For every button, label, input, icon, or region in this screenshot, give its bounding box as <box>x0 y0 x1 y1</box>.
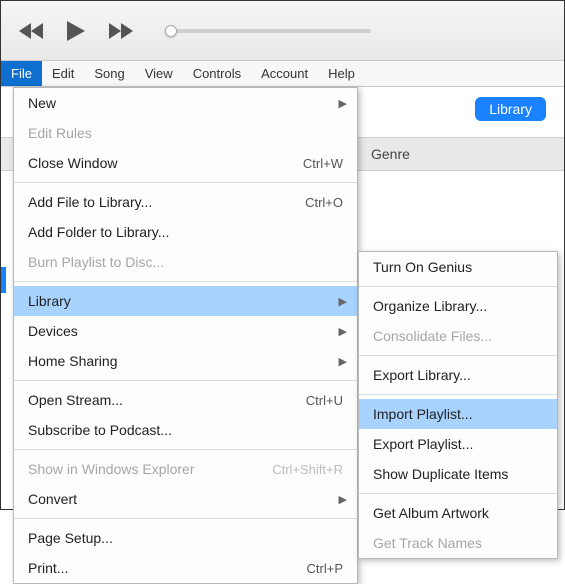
menu-edit[interactable]: Edit <box>42 61 84 86</box>
menu-controls[interactable]: Controls <box>183 61 251 86</box>
progress-slider[interactable] <box>171 29 371 33</box>
file-menu-item-separator <box>14 281 357 282</box>
next-icon[interactable] <box>105 21 133 41</box>
menu-item-label: Get Track Names <box>373 535 482 551</box>
file-menu-item-page-setup[interactable]: Page Setup... <box>14 523 357 553</box>
menu-item-label: Page Setup... <box>28 530 113 546</box>
library-submenu-item-consolidate-files: Consolidate Files... <box>359 321 557 351</box>
menu-item-label: Export Library... <box>373 367 471 383</box>
file-menu-item-separator <box>14 518 357 519</box>
library-submenu-item-get-album-artwork[interactable]: Get Album Artwork <box>359 498 557 528</box>
menu-item-shortcut: Ctrl+P <box>307 561 343 576</box>
menu-item-label: Organize Library... <box>373 298 487 314</box>
previous-icon[interactable] <box>19 21 47 41</box>
file-menu: New ▶ Edit Rules Close Window Ctrl+W Add File… <box>13 87 358 584</box>
content-area: Library Genre New ▶ Edit Rules Close Window… <box>1 87 564 511</box>
file-menu-item-new[interactable]: New ▶ <box>14 88 357 118</box>
library-submenu-item-get-track-names: Get Track Names <box>359 528 557 558</box>
library-submenu-item-separator <box>359 394 557 395</box>
player-toolbar <box>1 1 564 61</box>
library-submenu-item-export-library[interactable]: Export Library... <box>359 360 557 390</box>
file-menu-item-separator <box>14 449 357 450</box>
menu-item-label: Add File to Library... <box>28 194 152 210</box>
file-menu-item-subscribe-to-podcast[interactable]: Subscribe to Podcast... <box>14 415 357 445</box>
menu-item-shortcut: Ctrl+Shift+R <box>272 462 343 477</box>
library-submenu-item-separator <box>359 286 557 287</box>
menu-item-label: Show Duplicate Items <box>373 466 508 482</box>
menu-item-shortcut: Ctrl+W <box>303 156 343 171</box>
file-menu-item-burn-playlist-to-disc: Burn Playlist to Disc... <box>14 247 357 277</box>
submenu-arrow-icon: ▶ <box>339 355 347 368</box>
menu-item-label: Convert <box>28 491 77 507</box>
menu-item-label: Turn On Genius <box>373 259 472 275</box>
submenu-arrow-icon: ▶ <box>339 325 347 338</box>
menu-item-shortcut: Ctrl+O <box>305 195 343 210</box>
menu-item-label: Subscribe to Podcast... <box>28 422 172 438</box>
menu-item-label: Consolidate Files... <box>373 328 492 344</box>
menu-item-label: New <box>28 95 56 111</box>
menu-view[interactable]: View <box>135 61 183 86</box>
menu-item-shortcut: Ctrl+U <box>306 393 343 408</box>
library-submenu-item-separator <box>359 355 557 356</box>
submenu-arrow-icon: ▶ <box>339 493 347 506</box>
file-menu-item-open-stream[interactable]: Open Stream... Ctrl+U <box>14 385 357 415</box>
file-menu-item-home-sharing[interactable]: Home Sharing ▶ <box>14 346 357 376</box>
selection-indicator <box>1 267 6 293</box>
menu-item-label: Devices <box>28 323 78 339</box>
menu-item-label: Export Playlist... <box>373 436 473 452</box>
menu-file[interactable]: File <box>1 61 42 86</box>
menu-item-label: Home Sharing <box>28 353 118 369</box>
menu-account[interactable]: Account <box>251 61 318 86</box>
file-menu-item-print[interactable]: Print... Ctrl+P <box>14 553 357 583</box>
file-menu-item-library[interactable]: Library ▶ <box>14 286 357 316</box>
library-submenu-item-import-playlist[interactable]: Import Playlist... <box>359 399 557 429</box>
menu-item-label: Print... <box>28 560 68 576</box>
file-menu-item-separator <box>14 380 357 381</box>
menu-item-label: Open Stream... <box>28 392 123 408</box>
library-chip[interactable]: Library <box>475 97 546 121</box>
file-menu-item-close-window[interactable]: Close Window Ctrl+W <box>14 148 357 178</box>
file-menu-item-show-in-windows-explorer: Show in Windows Explorer Ctrl+Shift+R <box>14 454 357 484</box>
menu-item-label: Burn Playlist to Disc... <box>28 254 164 270</box>
library-submenu-item-show-duplicate-items[interactable]: Show Duplicate Items <box>359 459 557 489</box>
menu-item-label: Show in Windows Explorer <box>28 461 195 477</box>
play-icon[interactable] <box>65 19 87 43</box>
menu-item-label: Library <box>28 293 71 309</box>
file-menu-item-edit-rules: Edit Rules <box>14 118 357 148</box>
menu-item-label: Add Folder to Library... <box>28 224 169 240</box>
menu-item-label: Close Window <box>28 155 117 171</box>
progress-thumb[interactable] <box>165 25 177 37</box>
submenu-arrow-icon: ▶ <box>339 295 347 308</box>
file-menu-item-add-folder-to-library[interactable]: Add Folder to Library... <box>14 217 357 247</box>
menu-item-label: Import Playlist... <box>373 406 473 422</box>
menu-bar: FileEditSongViewControlsAccountHelp <box>1 61 564 87</box>
file-menu-item-devices[interactable]: Devices ▶ <box>14 316 357 346</box>
menu-help[interactable]: Help <box>318 61 365 86</box>
library-submenu-item-organize-library[interactable]: Organize Library... <box>359 291 557 321</box>
submenu-arrow-icon: ▶ <box>339 97 347 110</box>
library-submenu-item-turn-on-genius[interactable]: Turn On Genius <box>359 252 557 282</box>
menu-item-label: Get Album Artwork <box>373 505 489 521</box>
library-submenu: Turn On Genius Organize Library... Consoli… <box>358 251 558 559</box>
library-submenu-item-export-playlist[interactable]: Export Playlist... <box>359 429 557 459</box>
menu-item-label: Edit Rules <box>28 125 92 141</box>
column-header-genre[interactable]: Genre <box>371 146 410 162</box>
file-menu-item-separator <box>14 182 357 183</box>
file-menu-item-add-file-to-library[interactable]: Add File to Library... Ctrl+O <box>14 187 357 217</box>
menu-song[interactable]: Song <box>84 61 134 86</box>
library-submenu-item-separator <box>359 493 557 494</box>
